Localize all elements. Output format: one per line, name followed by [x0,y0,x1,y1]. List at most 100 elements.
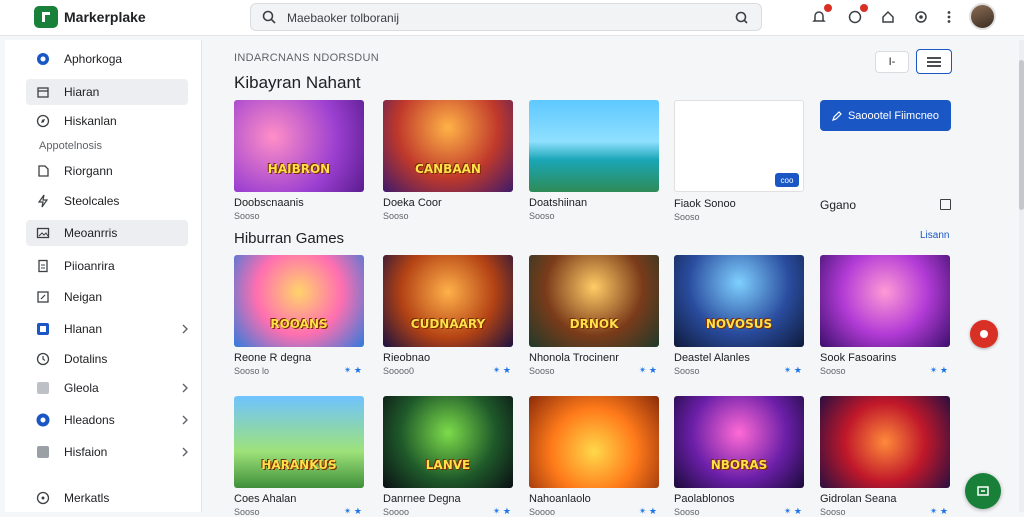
grid-icon [36,381,50,395]
game-thumbnail[interactable]: CANBAAN [383,100,513,192]
search-icon[interactable] [261,9,277,25]
game-thumbnail[interactable] [529,100,659,192]
chevron-right-icon[interactable] [180,381,190,395]
store-fab[interactable] [965,473,1001,509]
game-name[interactable]: Nahoanlaolo [529,493,659,505]
game-name[interactable]: Deastel Alanles [674,352,804,364]
thumbnail-title: LANVE [425,458,471,472]
search-bar[interactable]: Maebaoker tolboranij [250,3,762,31]
chat-badge [860,4,868,12]
see-all-link[interactable]: Lisann [920,230,949,241]
game-card[interactable]: Gidrolan Seana Sooso ✴ ★ [820,396,950,517]
menu-icon [927,56,941,67]
game-thumbnail[interactable]: ROOANS [234,255,364,347]
rating: ✴ ★ [783,365,802,375]
game-name[interactable]: Fiaok Sonoo [674,198,804,210]
game-name[interactable]: Doatshiinan [529,197,659,209]
game-name[interactable]: Reone R degna [234,352,364,364]
game-name[interactable]: Doobscnaanis [234,197,364,209]
app-logo[interactable] [34,6,58,28]
scrollbar-thumb[interactable] [1019,60,1024,210]
sort-button[interactable]: I- [875,51,909,73]
sidebar-item-label: Hiskanlan [64,114,117,128]
game-name[interactable]: Nhonola Trocinenr [529,352,659,364]
game-thumbnail[interactable]: NOVOSUS [674,255,804,347]
featured-card[interactable]: CANBAAN Doeka Coor Sooso [383,100,513,221]
game-thumbnail[interactable] [529,396,659,488]
thumbnail-title: CUDNAARY [410,317,486,331]
game-thumbnail[interactable] [820,396,950,488]
game-card[interactable]: LANVE Danrnee Degna Soooo ✴ ★ [383,396,513,517]
game-name[interactable]: Paolablonos [674,493,804,505]
sidebar-item-aphorkoga[interactable]: Aphorkoga [26,46,188,72]
chevron-right-icon[interactable] [180,413,190,427]
game-name[interactable]: Danrnee Degna [383,493,513,505]
game-thumbnail[interactable]: CUDNAARY [383,255,513,347]
game-card[interactable]: ROOANS Reone R degna Sooso lo ✴ ★ [234,255,364,376]
brand-name[interactable]: Markerplake [64,9,146,25]
scrollbar[interactable] [1019,40,1024,512]
featured-card[interactable]: Doatshiinan Sooso [529,100,659,221]
file-icon [36,164,50,178]
sidebar-item-steolcales[interactable]: Steolcales [26,188,188,214]
game-card[interactable]: DRNOK Nhonola Trocinenr Sooso ✴ ★ [529,255,659,376]
sidebar-item-riorgann[interactable]: Riorgann [26,158,188,184]
game-thumbnail[interactable]: NBORAS [674,396,804,488]
sidebar-item-hiskanlan[interactable]: Hiskanlan [26,108,188,134]
sidebar-item-neigan[interactable]: Neigan [26,284,188,310]
image-icon [36,226,50,240]
game-card[interactable]: Sook Fasoarins Sooso ✴ ★ [820,255,950,376]
camera-search-icon[interactable] [733,9,749,25]
sidebar-item-label: Piioanrira [64,259,115,273]
primary-action-button[interactable]: Saoootel Fiimcneo [820,100,951,131]
game-name[interactable]: Sook Fasoarins [820,352,950,364]
sidebar-item-piioanrira[interactable]: Piioanrira [26,253,188,279]
thumbnail-title: CANBAAN [415,162,481,176]
game-card[interactable]: HARANKUS Coes Ahalan Sooso ✴ ★ [234,396,364,517]
game-name[interactable]: Coes Ahalan [234,493,364,505]
sidebar-item-label: Hisfaion [64,445,108,459]
game-thumbnail[interactable]: DRNOK [529,255,659,347]
game-thumbnail[interactable]: HAIBRON [234,100,364,192]
placeholder-card[interactable]: coo [674,100,804,192]
game-thumbnail[interactable]: LANVE [383,396,513,488]
game-thumbnail[interactable]: HARANKUS [234,396,364,488]
sidebar-item-hisfaion[interactable]: Hisfaion [26,439,188,465]
game-thumbnail[interactable] [820,255,950,347]
thumbnail-title: HAIBRON [267,162,331,176]
filter-checkbox[interactable] [940,199,951,210]
game-name[interactable]: Doeka Coor [383,197,513,209]
card-tag[interactable]: coo [775,173,799,187]
game-name[interactable]: Rieobnao [383,352,513,364]
menu-button[interactable] [916,49,952,74]
globe-icon [36,52,50,66]
sidebar-item-dotalins[interactable]: Dotalins [26,346,188,372]
home-button[interactable] [877,6,899,28]
sidebar-item-merkatls[interactable]: Merkatls [26,485,188,511]
game-card[interactable]: NBORAS Paolablonos Sooso ✴ ★ [674,396,804,517]
game-name[interactable]: Gidrolan Seana [820,493,950,505]
game-card[interactable]: Nahoanlaolo Soooo ✴ ★ [529,396,659,517]
featured-card[interactable]: HAIBRON Doobscnaanis Sooso [234,100,364,221]
more-button[interactable] [938,6,960,28]
doc-icon [36,259,50,273]
placeholder-card-caption: Fiaok Sonoo Sooso [674,193,804,222]
notification-button[interactable] [808,4,832,28]
search-input[interactable]: Maebaoker tolboranij [287,11,399,25]
settings-button[interactable] [910,6,932,28]
avatar[interactable] [969,3,996,30]
sidebar-item-meoanrris[interactable]: Meoanrris [26,220,188,246]
store-icon [42,12,50,22]
chat-button[interactable] [844,4,868,28]
sidebar-item-hlanan[interactable]: Hlanan [26,316,188,342]
sidebar-item-hiaran[interactable]: Hiaran [26,79,188,105]
sidebar-item-label: Hleadons [64,413,115,427]
sidebar-item-hleadons[interactable]: Hleadons [26,407,188,433]
chevron-right-icon[interactable] [180,322,190,336]
game-card[interactable]: NOVOSUS Deastel Alanles Sooso ✴ ★ [674,255,804,376]
sidebar-section-label: Appotelnosis [39,140,102,152]
sidebar-item-gleola[interactable]: Gleola [26,375,188,401]
chevron-right-icon[interactable] [180,445,190,459]
alert-fab[interactable] [970,320,998,348]
game-card[interactable]: CUDNAARY Rieobnao Soooo0 ✴ ★ [383,255,513,376]
